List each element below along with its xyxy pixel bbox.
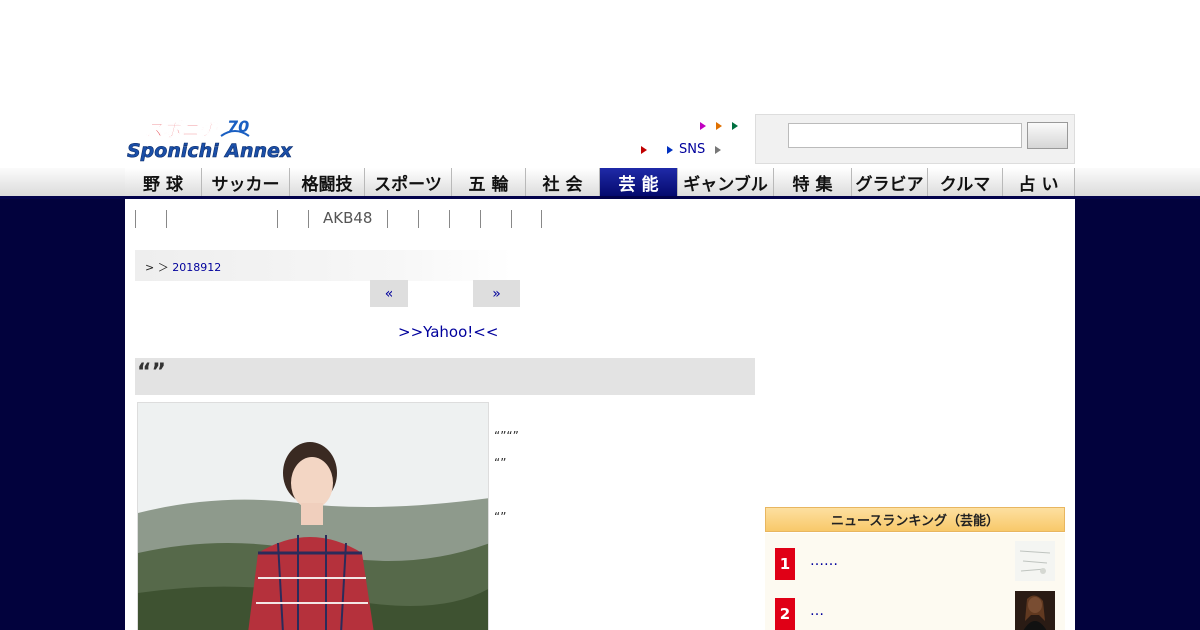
divider <box>541 210 542 228</box>
nav-tab-sports[interactable]: スポーツ <box>365 168 452 199</box>
subnav-item-akb48[interactable]: AKB48 <box>323 209 372 227</box>
nav-tab-baseball[interactable]: 野 球 <box>125 168 202 199</box>
nav-tab-features[interactable]: 特 集 <box>774 168 852 199</box>
nav-tab-martial-arts[interactable]: 格闘技 <box>290 168 365 199</box>
search-box <box>755 114 1075 164</box>
divider <box>135 210 136 228</box>
divider <box>277 210 278 228</box>
logo-text-bottom: Sponichi Annex <box>127 140 293 162</box>
next-page-button[interactable]: » <box>473 280 520 307</box>
nav-tab-entertainment[interactable]: 芸 能 <box>600 168 678 199</box>
nav-tab-society[interactable]: 社 会 <box>526 168 600 199</box>
triangle-icon[interactable] <box>700 122 706 130</box>
ranking-heading: ニュースランキング（芸能） <box>765 507 1065 532</box>
rank-thumbnail[interactable] <box>1015 541 1055 581</box>
sub-nav: AKB48 <box>125 207 1075 231</box>
triangle-icon[interactable] <box>715 145 722 154</box>
logo-text-top: スポニチ <box>145 120 218 141</box>
search-button[interactable] <box>1027 122 1068 149</box>
global-nav: 野 球サッカー 格闘技 スポーツ五 輪社 会芸 能ギャンブル特 集グラビア クルマ占 … <box>125 168 1075 199</box>
rank-link[interactable]: …… <box>810 553 838 569</box>
triangle-icon[interactable] <box>641 145 647 154</box>
header-links-bottom: SNS <box>641 142 762 157</box>
article-title: “” <box>135 358 755 395</box>
divider <box>166 210 167 228</box>
divider <box>449 210 450 228</box>
divider <box>511 210 512 228</box>
divider <box>480 210 481 228</box>
divider <box>308 210 309 228</box>
nav-tab-fortune[interactable]: 占 い <box>1003 168 1075 199</box>
nav-tab-cars[interactable]: クルマ <box>928 168 1003 199</box>
rank-number: 1 <box>775 548 795 580</box>
sns-link[interactable]: SNS <box>679 142 705 157</box>
yahoo-link[interactable]: >>Yahoo!<< <box>398 323 498 341</box>
nav-tab-gravure[interactable]: グラビア <box>852 168 928 199</box>
article-photo[interactable] <box>137 402 489 630</box>
article-text-1: “”“” <box>494 429 519 443</box>
ranking-item[interactable]: 1 …… <box>765 533 1065 583</box>
rank-link[interactable]: … <box>810 603 824 619</box>
nav-tab-gambling[interactable]: ギャンブル <box>678 168 774 199</box>
divider <box>387 210 388 228</box>
search-input[interactable] <box>788 123 1022 148</box>
breadcrumb-prefix: > ＞ <box>145 261 169 274</box>
site-logo[interactable]: スポニチ 70 Sponichi Annex <box>125 114 317 162</box>
prev-page-button[interactable]: « <box>370 280 408 307</box>
main-content: AKB48 > ＞ 2018912 « » >>Yahoo!<< “” “”“”… <box>125 199 1075 630</box>
breadcrumb: > ＞ 2018912 <box>135 250 512 281</box>
triangle-icon[interactable] <box>732 122 738 130</box>
header-links-top <box>700 122 738 130</box>
divider <box>418 210 419 228</box>
nav-tab-soccer[interactable]: サッカー <box>202 168 290 199</box>
article-text-2: “” <box>494 456 507 470</box>
breadcrumb-date[interactable]: 2018912 <box>172 261 221 274</box>
ranking-item[interactable]: 2 … <box>765 583 1065 630</box>
triangle-icon <box>667 145 673 154</box>
rank-number: 2 <box>775 598 795 630</box>
rank-thumbnail[interactable] <box>1015 591 1055 630</box>
nav-tab-olympics[interactable]: 五 輪 <box>452 168 526 199</box>
article-text-3: “” <box>494 510 507 524</box>
triangle-icon[interactable] <box>716 122 722 130</box>
